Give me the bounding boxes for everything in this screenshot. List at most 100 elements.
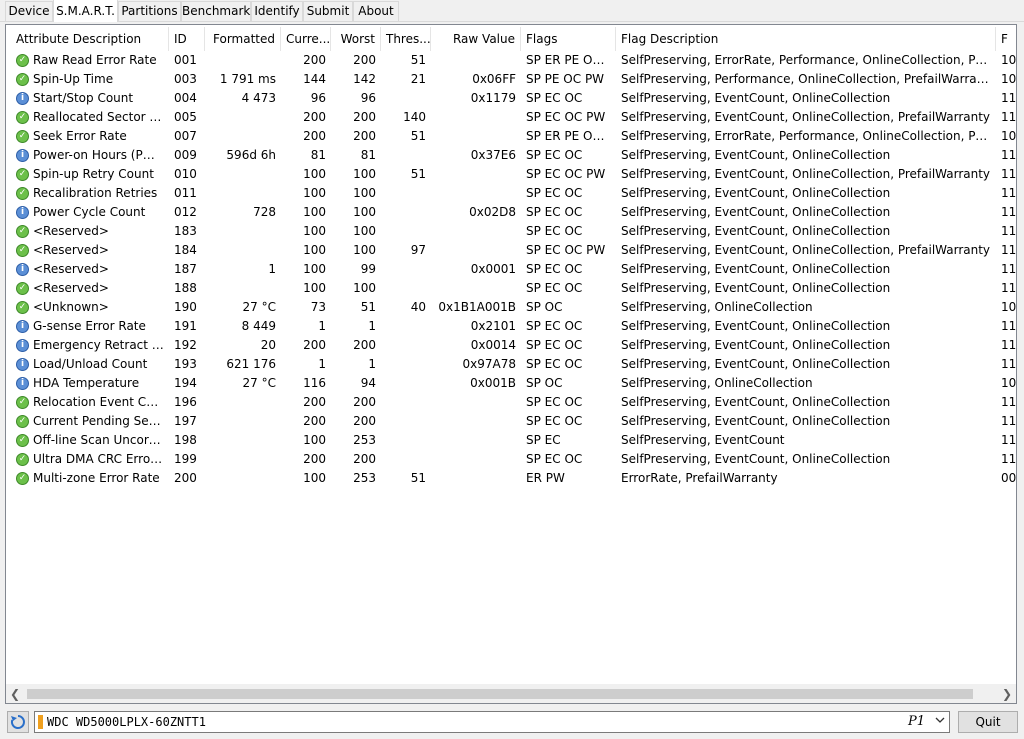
- column-header-formatted[interactable]: Formatted: [205, 27, 281, 51]
- cell-extra: 110: [1001, 452, 1016, 466]
- cell-flagdesc: SelfPreserving, EventCount, OnlineCollec…: [621, 281, 891, 295]
- cell-flags: SP OC: [526, 300, 563, 314]
- cell-id: 009: [174, 148, 197, 162]
- cell-formatted: [205, 431, 281, 450]
- cell-id: 188: [174, 281, 197, 295]
- chevron-down-icon[interactable]: [935, 712, 945, 732]
- table-row[interactable]: ✓ Seek Error Rate 007 200 200 51 SP ER PE OC .…: [6, 127, 1016, 146]
- scroll-right-icon[interactable]: ❯: [998, 685, 1016, 703]
- table-row[interactable]: ✓ Relocation Event Count 196 200 200 SP EC OC…: [6, 393, 1016, 412]
- cell-worst: 200: [353, 395, 376, 409]
- cell-attr: Load/Unload Count: [33, 357, 148, 371]
- cell-extra: 110: [1001, 110, 1016, 124]
- cell-id: 184: [174, 243, 197, 257]
- column-header-attr[interactable]: Attribute Description: [11, 27, 169, 51]
- table-row[interactable]: ✓ <Reserved> 183 100 100 SP EC OC SelfPreservi…: [6, 222, 1016, 241]
- table-row[interactable]: ✓ Multi-zone Error Rate 200 100 253 51 ER PW Er…: [6, 469, 1016, 488]
- cell-attr: Multi-zone Error Rate: [33, 471, 160, 485]
- column-header-extra[interactable]: F: [996, 27, 1016, 51]
- table-row[interactable]: ✓ Spin-up Retry Count 010 100 100 51 SP EC OC …: [6, 165, 1016, 184]
- table-row[interactable]: i Emergency Retract Co... 192 20 200 200 0x001…: [6, 336, 1016, 355]
- cell-threshold: [381, 146, 431, 165]
- tab-about[interactable]: About: [353, 1, 399, 21]
- cell-extra: 110: [1001, 395, 1016, 409]
- cell-threshold: [381, 393, 431, 412]
- column-header-id[interactable]: ID: [169, 27, 205, 51]
- table-row[interactable]: ✓ Off-line Scan Uncorrec... 198 100 253 SP EC…: [6, 431, 1016, 450]
- cell-id: 003: [174, 72, 197, 86]
- table-row[interactable]: i G-sense Error Rate 191 8 449 1 1 0x2101 SP EC…: [6, 317, 1016, 336]
- cell-current: 100: [303, 281, 326, 295]
- cell-flags: SP EC OC: [526, 186, 583, 200]
- tab-partitions[interactable]: Partitions: [118, 1, 181, 21]
- cell-raw: [431, 127, 521, 146]
- cell-threshold: 51: [410, 53, 426, 67]
- column-header-threshold[interactable]: Thres...: [381, 27, 431, 51]
- table-row[interactable]: i Load/Unload Count 193 621 176 1 1 0x97A78 SP …: [6, 355, 1016, 374]
- cell-flagdesc: SelfPreserving, EventCount, OnlineCollec…: [621, 148, 891, 162]
- cell-extra: 110: [1001, 357, 1016, 371]
- table-row[interactable]: i <Reserved> 187 1 100 99 0x0001 SP EC OC SelfPr…: [6, 260, 1016, 279]
- table-row[interactable]: i Power Cycle Count 012 728 100 100 0x02D8 SP E…: [6, 203, 1016, 222]
- cell-threshold: 51: [410, 167, 426, 181]
- cell-current: 100: [303, 186, 326, 200]
- cell-threshold: [381, 374, 431, 393]
- cell-extra: 101: [1001, 53, 1016, 67]
- tab-device[interactable]: Device: [5, 1, 53, 21]
- tab-benchmark[interactable]: Benchmark: [181, 1, 251, 21]
- cell-raw: [431, 165, 521, 184]
- cell-extra: 100: [1001, 72, 1016, 86]
- cell-attr: Spin-up Retry Count: [33, 167, 154, 181]
- cell-worst: 51: [360, 300, 376, 314]
- scroll-left-icon[interactable]: ❮: [6, 685, 24, 703]
- cell-current: 200: [303, 110, 326, 124]
- cell-id: 010: [174, 167, 197, 181]
- cell-flagdesc: SelfPreserving, ErrorRate, Performance, …: [621, 53, 996, 67]
- cell-raw: [431, 412, 521, 431]
- drive-name: WDC WD5000LPLX-60ZNTT1: [47, 715, 206, 729]
- table-row[interactable]: ✓ Recalibration Retries 011 100 100 SP EC OC S…: [6, 184, 1016, 203]
- cell-attr: <Reserved>: [33, 224, 109, 238]
- cell-threshold: [381, 355, 431, 374]
- cell-formatted: 1: [268, 262, 276, 276]
- cell-raw: 0x001B: [470, 376, 516, 390]
- cell-extra: 110: [1001, 433, 1016, 447]
- table-row[interactable]: ✓ Spin-Up Time 003 1 791 ms 144 142 21 0x06FF SP…: [6, 70, 1016, 89]
- cell-worst: 100: [353, 167, 376, 181]
- cell-formatted: 27 °C: [242, 300, 276, 314]
- column-header-raw[interactable]: Raw Value: [431, 27, 521, 51]
- table-row[interactable]: ✓ Current Pending Secto... 197 200 200 SP EC …: [6, 412, 1016, 431]
- cell-threshold: [381, 431, 431, 450]
- tab-submit[interactable]: Submit: [303, 1, 353, 21]
- table-row[interactable]: ✓ Raw Read Error Rate 001 200 200 51 SP ER PE …: [6, 51, 1016, 70]
- cell-current: 100: [303, 262, 326, 276]
- cell-current: 1: [318, 357, 326, 371]
- cell-worst: 94: [360, 376, 376, 390]
- refresh-button[interactable]: [7, 711, 29, 733]
- table-row[interactable]: i Start/Stop Count 004 4 473 96 96 0x1179 SP EC…: [6, 89, 1016, 108]
- table-row[interactable]: ✓Reallocated Sector Cou...005200200140SP…: [6, 108, 1016, 127]
- table-row[interactable]: ✓ <Unknown> 190 27 °C 73 51 40 0x1B1A001B SP OC S…: [6, 298, 1016, 317]
- quit-button[interactable]: Quit: [958, 711, 1018, 733]
- horizontal-scrollbar[interactable]: ❮ ❯: [6, 684, 1016, 703]
- column-header-flags[interactable]: Flags: [521, 27, 616, 51]
- cell-raw: 0x97A78: [462, 357, 516, 371]
- tab-smart[interactable]: S.M.A.R.T.: [53, 0, 118, 22]
- table-row[interactable]: ✓ Ultra DMA CRC Error R... 199 200 200 SP EC …: [6, 450, 1016, 469]
- scrollbar-thumb[interactable]: [27, 689, 973, 699]
- cell-flagdesc: SelfPreserving, EventCount, OnlineCollec…: [621, 243, 991, 257]
- cell-raw: 0x02D8: [469, 205, 516, 219]
- tab-identify[interactable]: Identify: [251, 1, 303, 21]
- cell-attr: <Reserved>: [33, 281, 109, 295]
- table-row[interactable]: i Power-on Hours (POH) 009 596d 6h 81 81 0x37E…: [6, 146, 1016, 165]
- cell-flags: SP EC OC: [526, 281, 583, 295]
- table-row[interactable]: i HDA Temperature 194 27 °C 116 94 0x001B SP OC…: [6, 374, 1016, 393]
- column-header-current[interactable]: Curre...: [281, 27, 331, 51]
- drive-select[interactable]: WDC WD5000LPLX-60ZNTT1 P1: [34, 711, 950, 733]
- table-row[interactable]: ✓ <Reserved> 184 100 100 97 SP EC OC PW SelfPre…: [6, 241, 1016, 260]
- table-row[interactable]: ✓ <Reserved> 188 100 100 SP EC OC SelfPreservi…: [6, 279, 1016, 298]
- column-header-worst[interactable]: Worst: [331, 27, 381, 51]
- column-header-flagdesc[interactable]: Flag Description: [616, 27, 996, 51]
- cell-current: 100: [303, 224, 326, 238]
- cell-formatted: [205, 165, 281, 184]
